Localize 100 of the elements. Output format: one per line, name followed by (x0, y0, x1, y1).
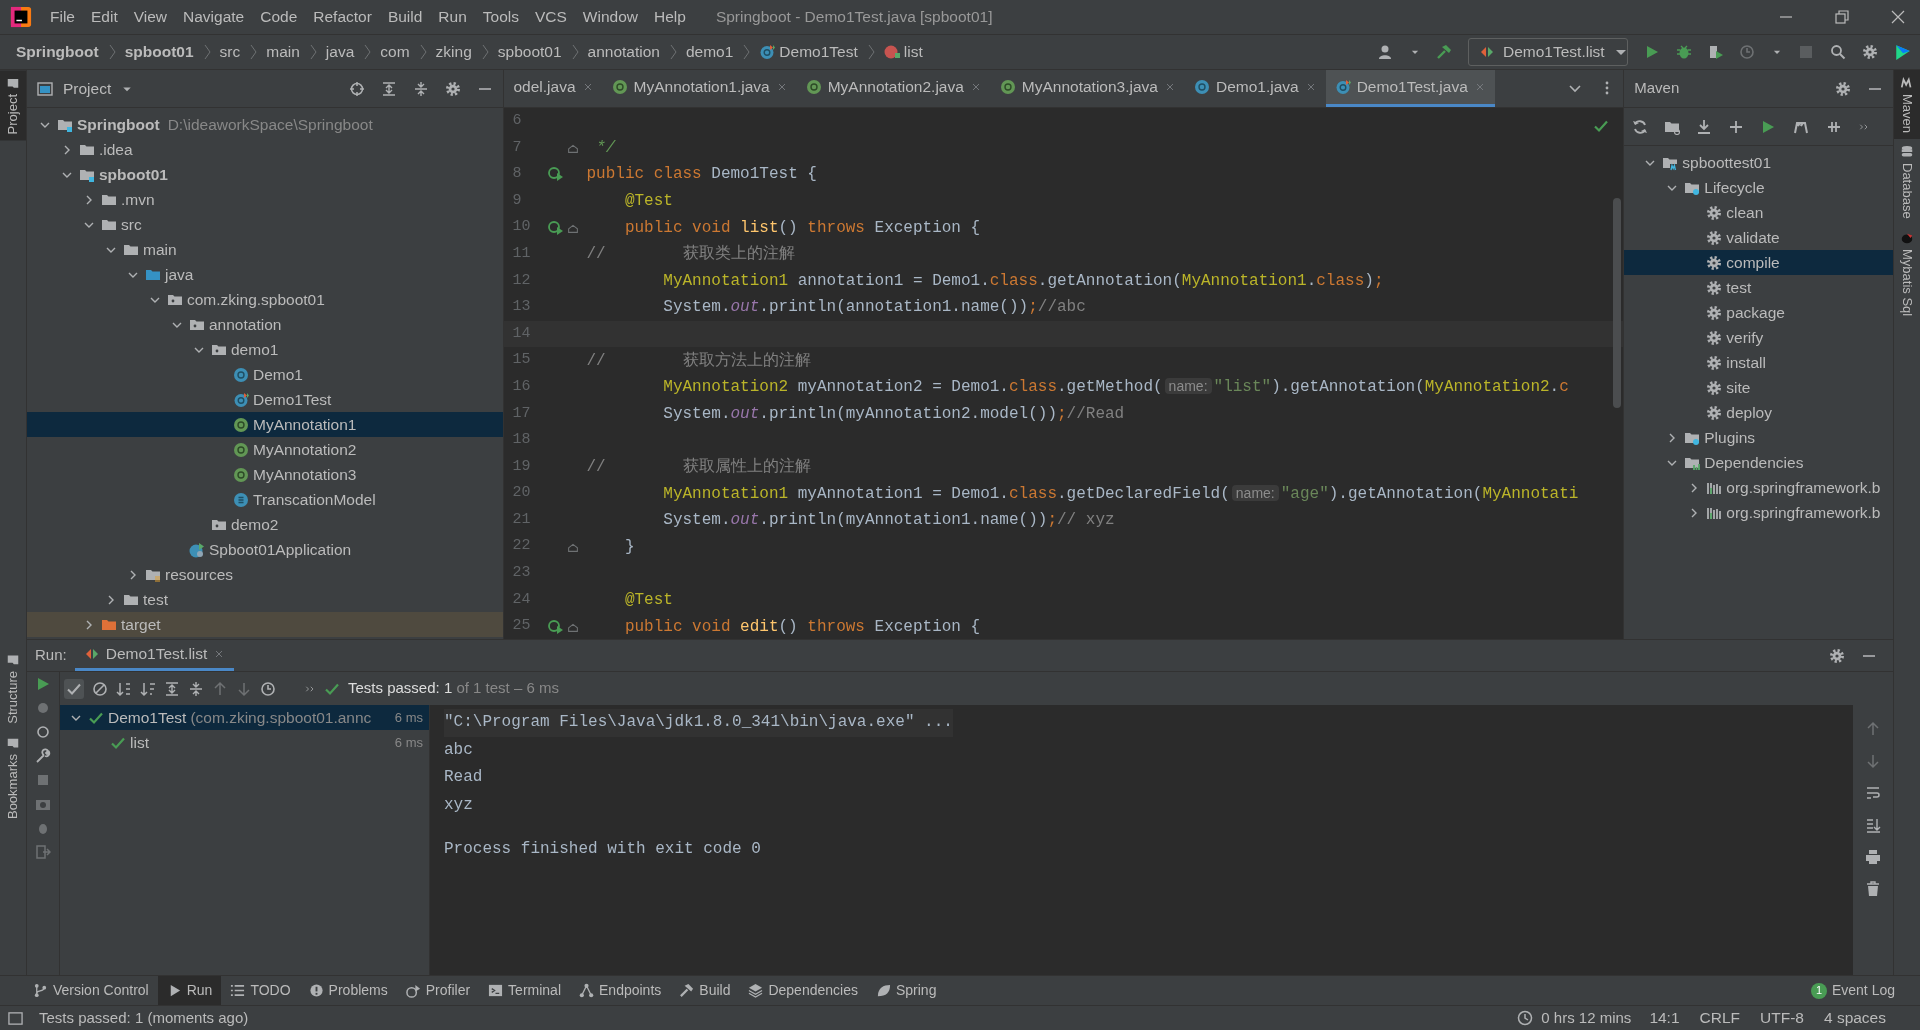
debug-icon[interactable] (1676, 44, 1692, 60)
collapse-all-icon[interactable] (413, 80, 430, 97)
breadcrumb[interactable]: zking (433, 40, 474, 64)
soft-wrap-icon[interactable] (1865, 785, 1881, 801)
tree-item[interactable]: java (27, 262, 504, 287)
tool-window-tab[interactable]: Version Control (24, 976, 158, 1005)
tree-item[interactable]: spboottest01 (1624, 150, 1893, 175)
tool-window-tab[interactable]: Spring (866, 976, 946, 1005)
hammer-icon[interactable] (1436, 44, 1452, 60)
tree-item[interactable]: src (27, 212, 504, 237)
filter-passed-button[interactable] (64, 678, 84, 699)
user-icon[interactable] (1378, 44, 1394, 60)
sort-alpha-icon[interactable] (116, 680, 132, 697)
breadcrumb[interactable]: list (881, 40, 925, 64)
event-log-tab[interactable]: 1 Event Log (1801, 976, 1904, 1005)
menu-item[interactable]: Build (379, 5, 431, 29)
editor-tab[interactable]: MyAnnotation3.java (990, 70, 1185, 107)
tree-item[interactable]: Spboot01Application (27, 537, 504, 562)
status-item[interactable]: CRLF (1697, 1006, 1743, 1030)
tree-item[interactable]: annotation (27, 312, 504, 337)
breadcrumb[interactable]: annotation (585, 40, 662, 64)
expand-all-icon[interactable] (381, 80, 398, 97)
menu-item[interactable]: Refactor (305, 5, 380, 29)
tree-item[interactable]: verify (1624, 325, 1893, 350)
tree-item[interactable]: clean (1624, 200, 1893, 225)
tree-item[interactable]: test (1624, 275, 1893, 300)
menu-item[interactable]: Code (252, 5, 306, 29)
editor-tab[interactable]: Demo1Test.java (1325, 70, 1495, 107)
editor-tab[interactable]: MyAnnotation1.java (602, 70, 797, 107)
menu-item[interactable]: Window (574, 5, 646, 29)
menu-item[interactable]: VCS (526, 5, 575, 29)
tree-item[interactable]: spboot01 (27, 162, 504, 187)
run-test-icon[interactable] (548, 166, 565, 183)
expand-all-icon[interactable] (164, 680, 180, 697)
tree-item[interactable]: MyAnnotation2 (27, 437, 504, 462)
tree-item[interactable]: com.zking.spboot01 (27, 287, 504, 312)
tree-item[interactable]: Demo1Test (27, 387, 504, 412)
tool-window-tab[interactable]: Run (157, 976, 222, 1005)
test-tree-item[interactable]: list 6 ms (60, 730, 429, 755)
locate-icon[interactable] (349, 80, 366, 97)
editor-tab[interactable]: MyAnnotation2.java (796, 70, 991, 107)
tool-window-button[interactable]: Maven (1894, 70, 1920, 140)
settings-icon[interactable] (1862, 44, 1878, 60)
wrench-icon[interactable] (35, 748, 51, 764)
tool-window-button[interactable]: Project (0, 70, 26, 141)
scrollbar[interactable] (1613, 197, 1622, 408)
menu-item[interactable]: View (125, 5, 176, 29)
restore-icon[interactable] (1834, 9, 1850, 25)
status-item[interactable]: 4 spaces (1821, 1006, 1888, 1030)
settings-icon[interactable] (1835, 80, 1851, 97)
tree-item[interactable]: .mvn (27, 187, 504, 212)
add-icon[interactable] (1728, 118, 1745, 135)
tool-window-button[interactable]: Structure (0, 647, 26, 730)
tree-item[interactable]: org.springframework.b (1624, 500, 1893, 525)
tree-item[interactable]: demo1 (27, 337, 504, 362)
scroll-to-end-icon[interactable] (1865, 817, 1881, 833)
coverage-icon[interactable] (1708, 44, 1724, 60)
tree-item[interactable]: test (27, 587, 504, 612)
breadcrumb[interactable]: spboot01 (495, 40, 564, 64)
breadcrumb[interactable]: demo1 (683, 40, 736, 64)
run-configuration-dropdown[interactable]: Demo1Test.list (1468, 38, 1628, 66)
tool-window-tab[interactable]: Profiler (396, 976, 480, 1005)
menu-item[interactable]: Edit (83, 5, 126, 29)
history-icon[interactable] (260, 680, 276, 697)
editor-tab[interactable]: Demo1.java (1184, 70, 1326, 107)
tool-window-button[interactable]: Database (1894, 139, 1920, 225)
tree-item[interactable]: org.springframework.b (1624, 475, 1893, 500)
breadcrumb[interactable]: Demo1Test (757, 40, 860, 64)
tree-item[interactable]: Demo1 (27, 362, 504, 387)
tree-item[interactable]: MyAnnotation3 (27, 462, 504, 487)
run-test-icon[interactable] (548, 618, 565, 635)
run-test-icon[interactable] (548, 219, 565, 236)
menu-item[interactable]: Navigate (175, 5, 253, 29)
tree-item[interactable]: main (27, 237, 504, 262)
tree-item[interactable]: resources (27, 562, 504, 587)
tree-item[interactable]: MyAnnotation1 (27, 412, 504, 437)
sort-duration-icon[interactable] (140, 680, 156, 697)
tool-window-tab[interactable]: Problems (299, 976, 397, 1005)
tool-window-tab[interactable]: Build (670, 976, 740, 1005)
menu-item[interactable]: Tools (474, 5, 527, 29)
tree-item[interactable]: site (1624, 375, 1893, 400)
tree-item[interactable]: .idea (27, 137, 504, 162)
breadcrumb[interactable]: spboot01 (122, 40, 196, 64)
breadcrumb[interactable]: com (378, 40, 412, 64)
tree-item[interactable]: Springboot D:\ideaworkSpace\Springboot (27, 112, 504, 137)
tree-item[interactable]: compile (1624, 250, 1893, 275)
print-icon[interactable] (1865, 849, 1881, 865)
menu-item[interactable]: Help (646, 5, 694, 29)
tree-item[interactable]: TranscationModel (27, 487, 504, 512)
tool-window-button[interactable]: Mybatis Sql (1894, 224, 1920, 322)
tool-window-tab[interactable]: Terminal (479, 976, 570, 1005)
trash-icon[interactable] (1865, 881, 1881, 897)
tool-window-tab[interactable]: Dependencies (739, 976, 867, 1005)
breadcrumb[interactable]: main (264, 40, 302, 64)
close-icon[interactable] (1890, 9, 1906, 25)
settings-icon[interactable] (445, 80, 462, 97)
tool-window-tab[interactable]: Endpoints (570, 976, 671, 1005)
session-tab[interactable]: Demo1Test.list (74, 640, 235, 671)
tree-item[interactable]: Lifecycle (1624, 175, 1893, 200)
tree-item[interactable]: package (1624, 300, 1893, 325)
